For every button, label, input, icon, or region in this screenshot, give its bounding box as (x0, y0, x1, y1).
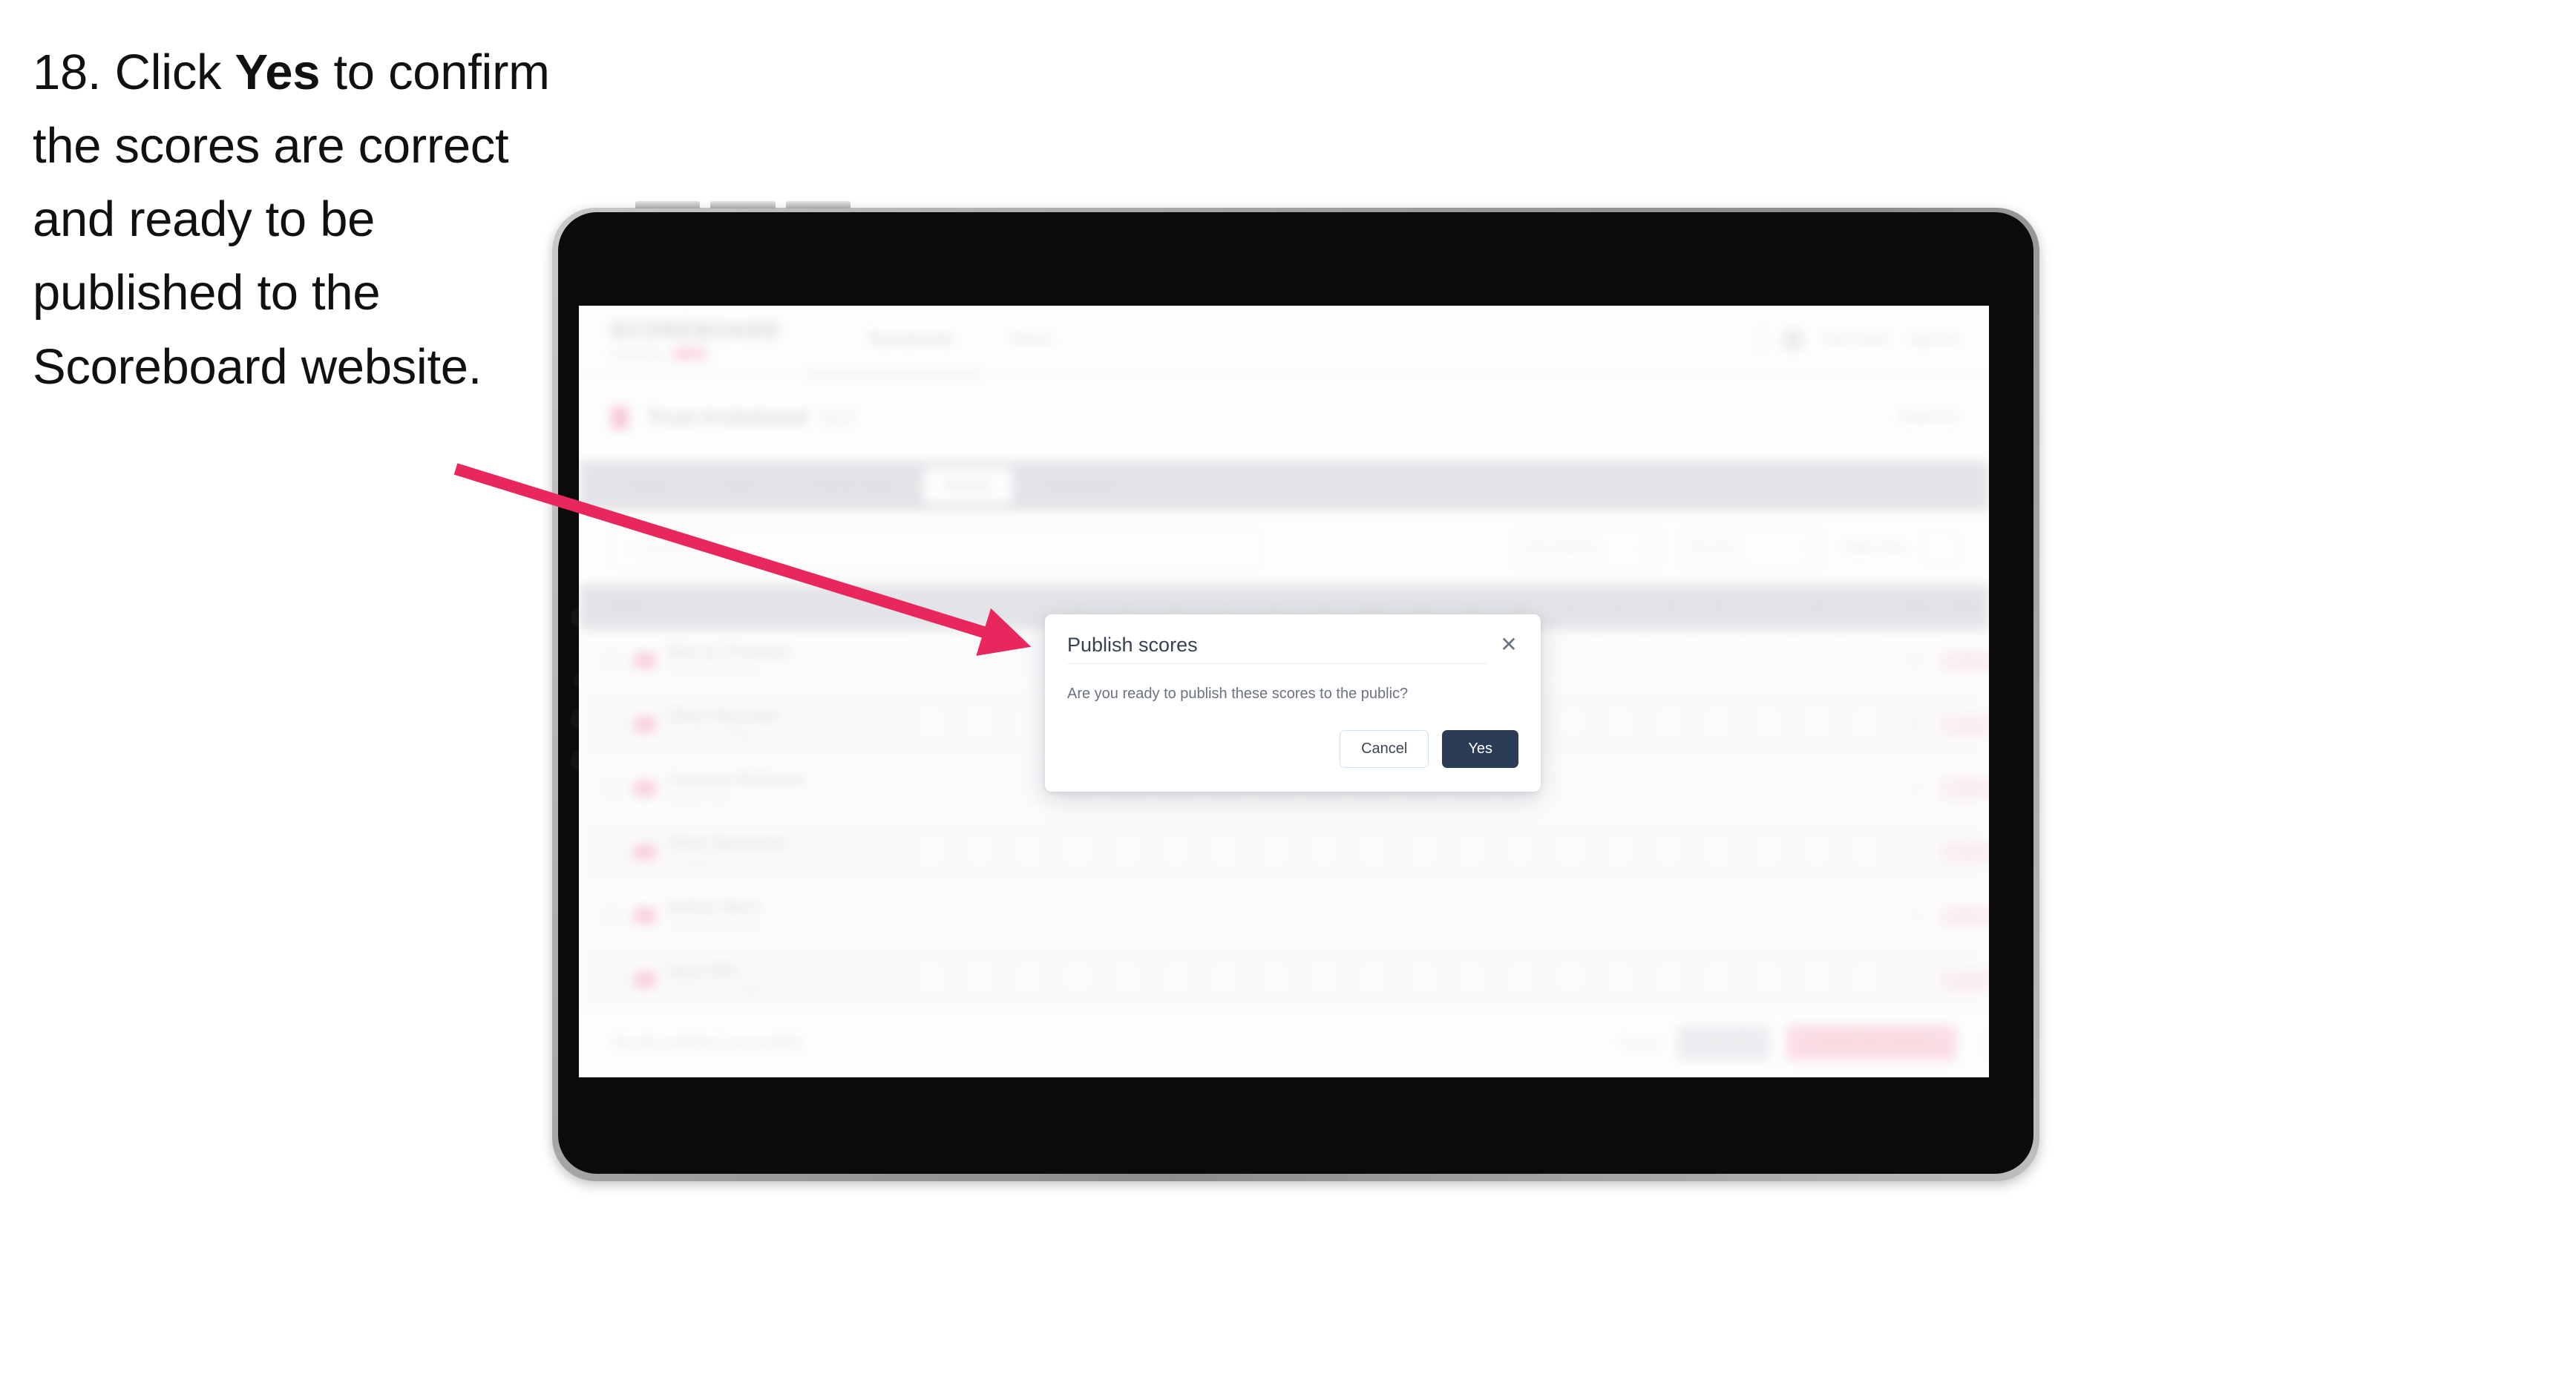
close-icon[interactable]: ✕ (1498, 634, 1520, 657)
cancel-button[interactable]: Cancel (1340, 730, 1429, 768)
dialog-header: Publish scores ✕ (1045, 614, 1541, 664)
publish-scores-dialog: Publish scores ✕ Are you ready to publis… (1045, 614, 1541, 792)
tablet-button-2[interactable] (710, 201, 776, 208)
instruction-step-number: 18. (33, 45, 102, 100)
dialog-title: Publish scores (1067, 634, 1487, 664)
instruction-text: 18. Click Yes to confirm the scores are … (33, 36, 574, 404)
app-screen: SCOREBOARD Powered by BETA Tournaments T… (579, 306, 1989, 1077)
yes-button[interactable]: Yes (1442, 730, 1518, 768)
dialog-message: Are you ready to publish these scores to… (1067, 686, 1409, 702)
instruction-emphasis: Yes (235, 45, 321, 100)
tablet-button-3[interactable] (785, 201, 851, 208)
instruction-text-before: Click (101, 45, 235, 100)
dialog-actions: Cancel Yes (1045, 705, 1541, 792)
tablet-button-1[interactable] (635, 201, 701, 208)
tablet-top-buttons[interactable] (635, 201, 851, 208)
